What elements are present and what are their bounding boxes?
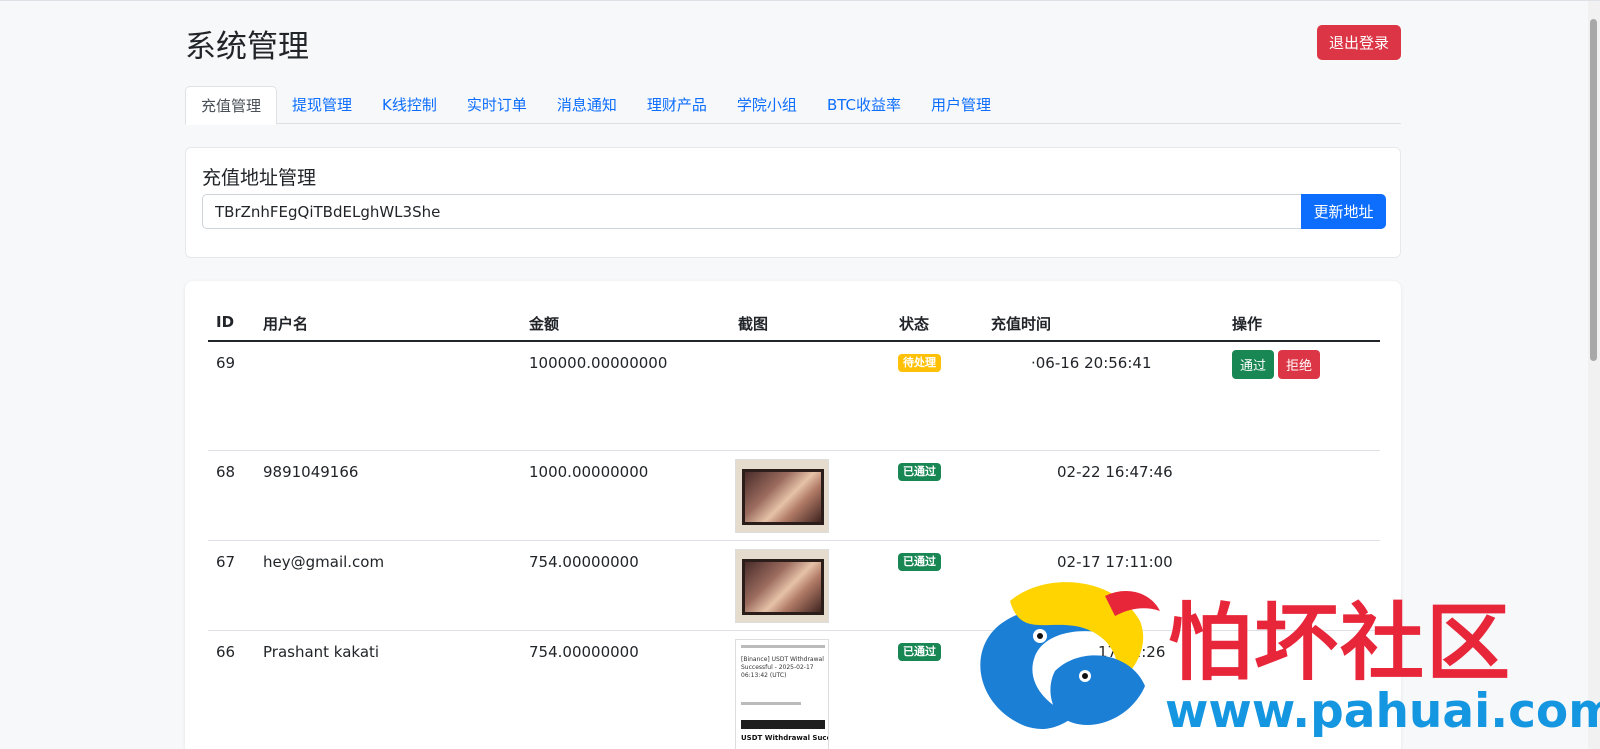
row-id: 66 <box>216 643 236 661</box>
update-address-button[interactable]: 更新地址 <box>1301 194 1386 229</box>
address-input[interactable] <box>202 194 1301 229</box>
col-header-actions: 操作 <box>1232 315 1263 333</box>
col-header-screenshot: 截图 <box>738 315 769 333</box>
row-id: 68 <box>216 463 236 481</box>
recharge-table: ID 用户名 金额 截图 状态 充值时间 操作 69 100000.000000… <box>185 281 1401 749</box>
page-title: 系统管理 <box>185 29 309 65</box>
row-amount: 1000.00000000 <box>529 463 649 481</box>
tab-withdraw[interactable]: 提现管理 <box>277 86 367 124</box>
col-header-status: 状态 <box>899 315 930 333</box>
row-time: 02-17 17:11:00 <box>1057 553 1173 571</box>
tab-kline[interactable]: K线控制 <box>367 86 452 124</box>
row-id: 69 <box>216 354 236 372</box>
row-amount: 754.00000000 <box>529 643 639 661</box>
row-time: ·06-16 20:56:41 <box>1031 354 1152 372</box>
page-scrollbar[interactable] <box>1588 1 1600 749</box>
status-badge: 已通过 <box>898 643 941 661</box>
tab-btc-yield[interactable]: BTC收益率 <box>812 86 916 124</box>
tab-academy[interactable]: 学院小组 <box>722 86 812 124</box>
col-header-id: ID <box>216 313 235 331</box>
col-header-amount: 金额 <box>529 315 560 333</box>
row-username: 9891049166 <box>263 463 359 481</box>
row-time: 02-22 16:47:46 <box>1057 463 1173 481</box>
col-header-time: 充值时间 <box>991 315 1052 333</box>
table-row: 68 9891049166 1000.00000000 已通过 02-22 16… <box>208 451 1380 541</box>
tab-orders[interactable]: 实时订单 <box>452 86 542 124</box>
table-row: 69 100000.00000000 待处理 ·06-16 20:56:41 通… <box>208 342 1380 451</box>
tab-recharge[interactable]: 充值管理 <box>185 86 278 125</box>
tab-messages[interactable]: 消息通知 <box>542 86 632 124</box>
table-row: 67 hey@gmail.com 754.00000000 已通过 02-17 … <box>208 541 1380 631</box>
screenshot-thumbnail[interactable] <box>735 549 829 623</box>
screenshot-thumbnail[interactable] <box>735 459 829 533</box>
logout-button[interactable]: 退出登录 <box>1317 25 1401 60</box>
row-time: 17:22:26 <box>1098 643 1166 661</box>
row-amount: 754.00000000 <box>529 553 639 571</box>
status-badge: 已通过 <box>898 553 941 571</box>
row-id: 67 <box>216 553 236 571</box>
address-card: 充值地址管理 更新地址 <box>185 147 1401 258</box>
col-header-username: 用户名 <box>263 315 309 333</box>
receipt-text: [Binance] USDT Withdrawal Successful - 2… <box>741 656 824 679</box>
reject-button[interactable]: 拒绝 <box>1278 350 1321 379</box>
receipt-title: USDT Withdrawal Successful <box>741 734 828 742</box>
nav-tabs: 充值管理 提现管理 K线控制 实时订单 消息通知 理财产品 学院小组 BTC收益… <box>185 86 1401 125</box>
row-amount: 100000.00000000 <box>529 354 668 372</box>
status-badge: 已通过 <box>898 463 941 481</box>
table-row: 66 Prashant kakati 754.00000000 [Binance… <box>208 631 1380 749</box>
screenshot-thumbnail[interactable]: [Binance] USDT Withdrawal Successful - 2… <box>735 639 829 749</box>
row-username: hey@gmail.com <box>263 553 385 571</box>
status-badge: 待处理 <box>898 354 941 372</box>
row-username: Prashant kakati <box>263 643 380 661</box>
approve-button[interactable]: 通过 <box>1232 350 1275 379</box>
tab-products[interactable]: 理财产品 <box>632 86 722 124</box>
scrollbar-thumb[interactable] <box>1590 19 1597 361</box>
tab-users[interactable]: 用户管理 <box>916 86 1006 124</box>
address-card-title: 充值地址管理 <box>202 167 317 189</box>
